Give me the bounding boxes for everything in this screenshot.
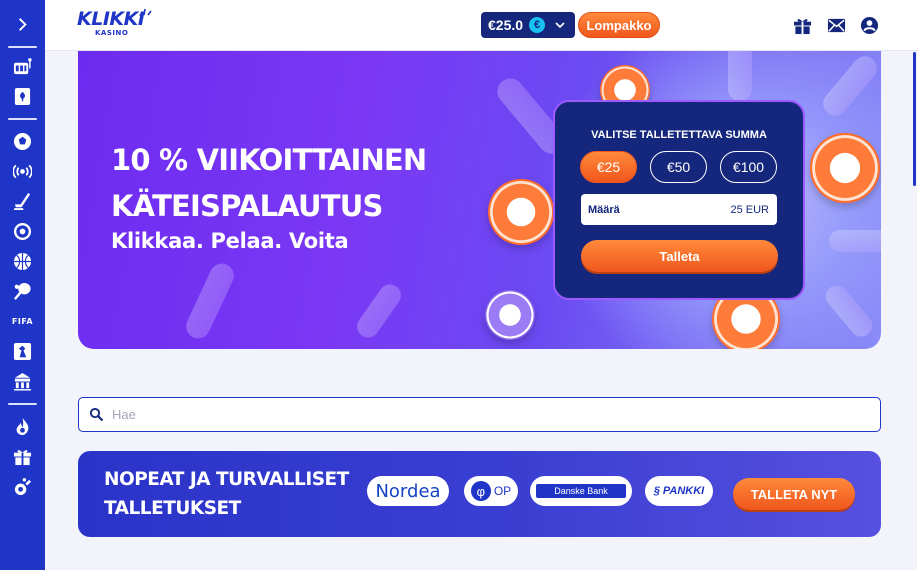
sidebar-item-tennis[interactable] [12, 281, 33, 302]
s-pankki-label: PANKKI [662, 485, 705, 497]
op-symbol-icon: φ [470, 481, 491, 501]
mail-icon[interactable] [826, 15, 846, 35]
casino-chip [485, 290, 535, 340]
deposit-card-title: VALITSE TALLETETTAVA SUMMA [591, 129, 767, 141]
deposit-now-button[interactable]: TALLETA NYT [733, 478, 855, 510]
hero-title-line: 10 % VIIKOITTAINEN [111, 143, 427, 177]
danske-bank-label: Danske Bank [536, 484, 626, 498]
user-icon[interactable] [859, 15, 879, 35]
sidebar-divider [8, 46, 37, 48]
sidebar-divider [8, 403, 37, 405]
sidebar-item-football[interactable] [12, 221, 33, 242]
tennis-icon [13, 282, 31, 300]
sidebar: FIFA [0, 0, 45, 570]
playing-card-icon [14, 87, 31, 106]
decor-pill [182, 259, 238, 343]
hockey-stick-icon [13, 192, 31, 211]
sidebar-item-promotions[interactable] [12, 446, 33, 467]
payments-banner: NOPEAT JA TURVALLISET TALLETUKSET Nordea… [78, 451, 881, 537]
gift-icon[interactable] [792, 15, 812, 35]
casino-building-icon [13, 372, 32, 391]
esports-icon [13, 342, 32, 361]
sidebar-item-table-games[interactable] [12, 86, 33, 107]
sidebar-item-basketball[interactable] [12, 251, 33, 272]
hero-title: 10 % VIIKOITTAINEN KÄTEISPALAUTUS [111, 137, 427, 229]
s-pankki-symbol-icon: § [653, 485, 660, 497]
balance-amount: €25.0 [488, 17, 524, 33]
danske-bank-logo: Danske Bank [530, 476, 632, 506]
logo-text: KLIKKI [77, 8, 145, 30]
slot-machine-icon [13, 58, 32, 75]
payments-title-line: TALLETUKSET [104, 498, 241, 519]
amount-button-50[interactable]: €50 [650, 151, 707, 183]
nordea-logo: Nordea [367, 476, 449, 506]
search-input[interactable] [112, 407, 812, 422]
deposit-button[interactable]: Talleta [581, 240, 778, 272]
trophy-icon [14, 478, 32, 496]
sidebar-item-casino[interactable] [12, 371, 33, 392]
hero-title-line: KÄTEISPALAUTUS [111, 189, 383, 223]
live-broadcast-icon [13, 164, 32, 179]
sidebar-item-hockey[interactable] [12, 191, 33, 212]
sidebar-item-sports[interactable] [12, 131, 33, 152]
soccer-ball-icon [13, 132, 32, 151]
sidebar-item-vip[interactable] [12, 476, 33, 497]
football-icon [13, 222, 32, 241]
chevron-right-icon[interactable] [12, 14, 33, 35]
sparkle-icon [139, 8, 152, 17]
decor-pill [728, 51, 752, 101]
decor-pill [352, 280, 406, 342]
deposit-card: VALITSE TALLETETTAVA SUMMA €25 €50 €100 … [553, 100, 805, 300]
amount-button-25[interactable]: €25 [580, 151, 637, 183]
klikki-logo[interactable]: KLIKKI KASINO [77, 8, 152, 37]
op-logo: φ OP [464, 476, 518, 506]
search-bar[interactable] [78, 397, 881, 432]
sidebar-item-slots[interactable] [12, 56, 33, 77]
logo-subtext: KASINO [95, 29, 129, 37]
casino-chip [810, 133, 880, 203]
top-bar: KLIKKI KASINO €25.0 € Lompakko [45, 0, 917, 51]
wallet-button[interactable]: Lompakko [578, 12, 660, 38]
hero-banner[interactable]: 10 % VIIKOITTAINEN KÄTEISPALAUTUS Klikka… [78, 51, 881, 349]
op-label: OP [493, 484, 512, 498]
sidebar-item-hot[interactable] [12, 416, 33, 437]
balance-dropdown[interactable]: €25.0 € [481, 12, 575, 38]
payments-title: NOPEAT JA TURVALLISET TALLETUKSET [104, 465, 349, 523]
flame-icon [16, 417, 29, 436]
amount-value: 25 EUR [730, 203, 769, 216]
amount-field[interactable]: Määrä 25 EUR [581, 194, 777, 225]
s-pankki-logo: § PANKKI [645, 476, 713, 506]
amount-button-100[interactable]: €100 [720, 151, 777, 183]
search-icon [89, 407, 104, 422]
sidebar-item-fifa[interactable]: FIFA [12, 311, 33, 332]
euro-icon: € [529, 17, 546, 33]
scrollbar-thumb[interactable] [913, 52, 916, 186]
sidebar-item-esports[interactable] [12, 341, 33, 362]
decor-pill [829, 230, 881, 252]
gift-icon [13, 450, 32, 466]
sidebar-divider [8, 118, 37, 120]
sidebar-item-live[interactable] [12, 161, 33, 182]
hero-subtitle: Klikkaa. Pelaa. Voita [111, 229, 349, 253]
casino-chip [488, 179, 554, 245]
basketball-icon [13, 252, 32, 271]
payments-title-line: NOPEAT JA TURVALLISET [104, 469, 349, 490]
amount-label: Määrä [588, 203, 620, 216]
chevron-down-icon [555, 22, 565, 29]
